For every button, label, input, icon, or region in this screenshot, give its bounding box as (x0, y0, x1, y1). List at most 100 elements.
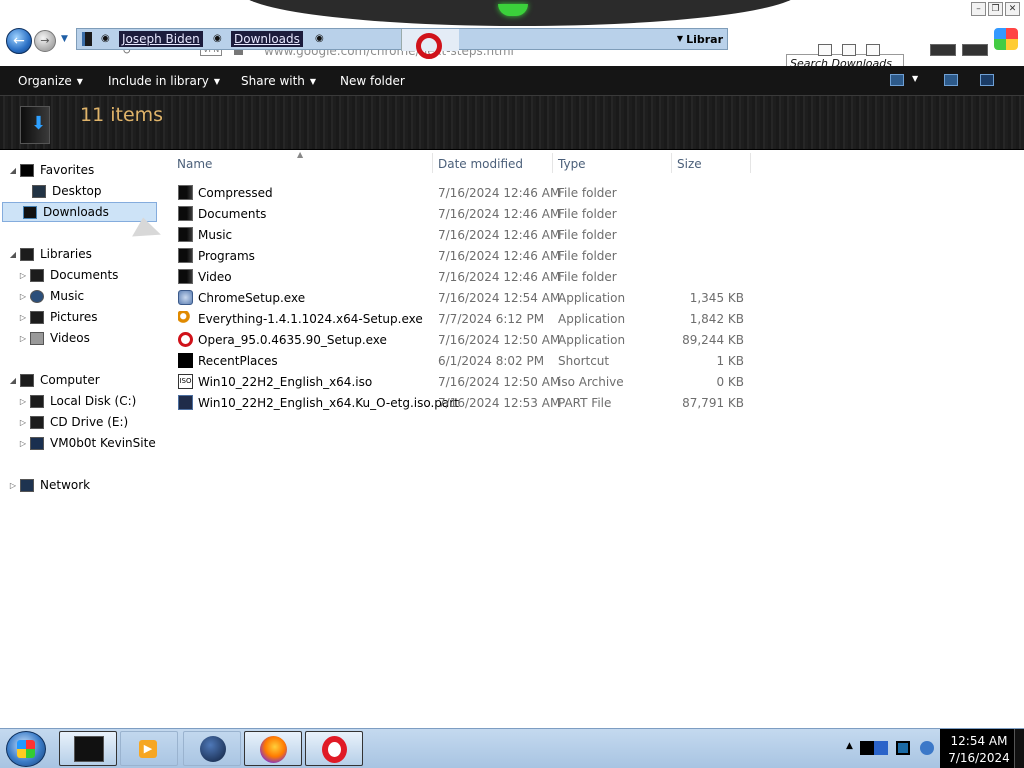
volume-icon[interactable] (920, 741, 934, 755)
file-type: Application (558, 333, 626, 347)
nav-computer[interactable]: ◢ Computer (8, 370, 100, 390)
expand-arrow-icon[interactable]: ▷ (8, 481, 18, 490)
column-divider[interactable] (750, 153, 751, 173)
nav-libraries[interactable]: ◢ Libraries (8, 244, 92, 264)
expand-arrow-icon[interactable]: ▷ (18, 418, 28, 427)
expand-arrow-icon[interactable]: ▷ (18, 397, 28, 406)
help-icon[interactable] (980, 74, 994, 86)
expand-arrow-icon[interactable]: ◢ (8, 250, 18, 259)
videos-icon (30, 331, 44, 345)
file-size: 1,345 KB (689, 291, 744, 305)
background-toolbar-icons (812, 44, 1022, 60)
file-row[interactable]: Music 7/16/2024 12:46 AM File folder (176, 224, 756, 245)
windows-logo-icon (17, 740, 35, 758)
nav-favorites[interactable]: ◢ Favorites (8, 160, 94, 180)
nav-pictures[interactable]: ▷ Pictures (18, 307, 98, 327)
part-file-icon (178, 395, 193, 410)
nav-local-disk[interactable]: ▷ Local Disk (C:) (18, 391, 136, 411)
expand-arrow-icon[interactable]: ▷ (18, 271, 28, 280)
column-divider[interactable] (671, 153, 672, 173)
organize-label: Organize (18, 74, 72, 88)
file-name: Video (198, 270, 232, 284)
bluetooth-icon[interactable] (874, 741, 888, 755)
column-name[interactable]: Name (177, 157, 212, 171)
file-row[interactable]: Opera_95.0.4635.90_Setup.exe 7/16/2024 1… (176, 329, 756, 350)
globe-icon (200, 736, 226, 762)
column-divider[interactable] (432, 153, 433, 173)
breadcrumb-separator-icon[interactable]: ◉ (101, 33, 110, 44)
file-row[interactable]: RecentPlaces 6/1/2024 8:02 PM Shortcut 1… (176, 350, 756, 371)
preview-pane-icon[interactable] (944, 74, 958, 86)
close-button[interactable]: ✕ (1005, 2, 1020, 16)
show-hidden-icons-icon[interactable]: ▲ (846, 741, 860, 755)
file-type: Application (558, 312, 626, 326)
file-row[interactable]: ISO Win10_22H2_English_x64.iso 7/16/2024… (176, 371, 756, 392)
nav-videos[interactable]: ▷ Videos (18, 328, 90, 348)
nav-documents[interactable]: ▷ Documents (18, 265, 119, 285)
column-size[interactable]: Size (677, 157, 702, 171)
address-dropdown-icon[interactable]: ▼ (677, 34, 683, 43)
nav-cd-drive[interactable]: ▷ CD Drive (E:) (18, 412, 128, 432)
minimize-button[interactable]: – (971, 2, 986, 16)
expand-arrow-icon[interactable]: ▷ (18, 292, 28, 301)
tray-app-icon[interactable] (860, 741, 874, 755)
address-bar[interactable]: ◉ Joseph Biden ◉ Downloads ◉ ▼ Librar (76, 28, 728, 59)
change-view-icon[interactable] (890, 74, 904, 86)
nav-vm-share[interactable]: ▷ VM0b0t KevinSite (18, 433, 156, 453)
network-tray-icon[interactable] (896, 741, 910, 755)
clock-time[interactable]: 12:54 AM (944, 734, 1014, 748)
share-with-button[interactable]: Share with ▼ (241, 74, 316, 89)
installer-icon (178, 290, 193, 305)
file-date: 7/16/2024 12:46 AM (438, 270, 561, 284)
breadcrumb-separator-icon[interactable]: ◉ (213, 33, 222, 44)
expand-arrow-icon[interactable]: ▷ (18, 334, 28, 343)
taskbar-globe[interactable] (183, 731, 241, 766)
expand-arrow-icon[interactable]: ▷ (18, 439, 28, 448)
restore-button[interactable]: ❐ (988, 2, 1003, 16)
nav-local-disk-label: Local Disk (C:) (50, 394, 137, 408)
taskbar-media-player[interactable]: ▶ (120, 731, 178, 766)
file-date: 7/16/2024 12:54 AM (438, 291, 561, 305)
back-arrow-icon[interactable]: ← (6, 28, 32, 54)
nav-downloads-label: Downloads (43, 205, 109, 219)
file-row[interactable]: Video 7/16/2024 12:46 AM File folder (176, 266, 756, 287)
taskbar-opera[interactable] (305, 731, 363, 766)
folder-icon (178, 248, 193, 263)
nav-desktop[interactable]: Desktop (20, 181, 102, 201)
start-button[interactable] (6, 731, 46, 767)
file-date: 7/16/2024 12:46 AM (438, 249, 561, 263)
show-desktop-button[interactable] (1014, 729, 1024, 768)
forward-arrow-icon[interactable]: → (34, 30, 56, 52)
nav-downloads[interactable]: Downloads (2, 202, 157, 222)
file-row[interactable]: ChromeSetup.exe 7/16/2024 12:54 AM Appli… (176, 287, 756, 308)
breadcrumb-separator-icon[interactable]: ◉ (315, 33, 324, 44)
opera-icon (322, 736, 347, 763)
expand-arrow-icon[interactable]: ◢ (8, 376, 18, 385)
file-row[interactable]: Everything-1.4.1.1024.x64-Setup.exe 7/7/… (176, 308, 756, 329)
breadcrumb-joseph-biden[interactable]: Joseph Biden (119, 31, 203, 47)
column-divider[interactable] (552, 153, 553, 173)
nav-music[interactable]: ▷ Music (18, 286, 84, 306)
expand-arrow-icon[interactable]: ◢ (8, 166, 18, 175)
recent-pages-dropdown-icon[interactable]: ▼ (61, 34, 68, 44)
breadcrumb-downloads[interactable]: Downloads (231, 31, 303, 47)
taskbar-firefox[interactable] (244, 731, 302, 766)
file-row[interactable]: Documents 7/16/2024 12:46 AM File folder (176, 203, 756, 224)
new-folder-button[interactable]: New folder (340, 74, 405, 88)
clock-date[interactable]: 7/16/2024 (944, 751, 1014, 765)
taskbar-explorer[interactable] (59, 731, 117, 766)
file-date: 7/16/2024 12:50 AM (438, 375, 561, 389)
share-icon (842, 44, 856, 56)
nav-music-label: Music (50, 289, 85, 303)
column-type[interactable]: Type (558, 157, 586, 171)
column-date-modified[interactable]: Date modified (438, 157, 523, 171)
address-right-label: Librar (686, 33, 723, 46)
nav-network[interactable]: ▷ Network (8, 475, 90, 495)
expand-arrow-icon[interactable]: ▷ (18, 313, 28, 322)
include-in-library-button[interactable]: Include in library ▼ (108, 74, 220, 89)
file-row[interactable]: Programs 7/16/2024 12:46 AM File folder (176, 245, 756, 266)
organize-button[interactable]: Organize ▼ (18, 74, 83, 89)
file-row[interactable]: Win10_22H2_English_x64.Ku_O-etg.iso.part… (176, 392, 756, 413)
file-row[interactable]: Compressed 7/16/2024 12:46 AM File folde… (176, 182, 756, 203)
view-dropdown-icon[interactable]: ▼ (912, 74, 918, 83)
